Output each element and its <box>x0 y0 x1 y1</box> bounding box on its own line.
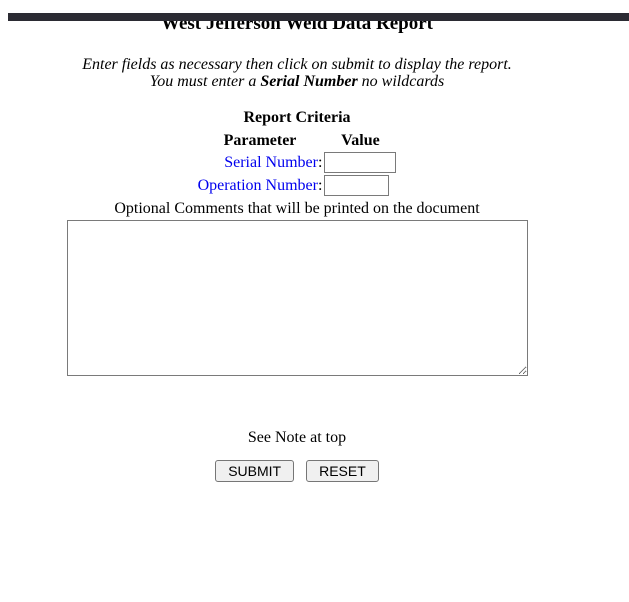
serial-number-input[interactable] <box>324 152 396 173</box>
serial-number-colon: : <box>318 154 322 171</box>
operation-number-link[interactable]: Operation Number <box>198 177 318 194</box>
comments-textarea[interactable] <box>67 220 528 376</box>
table-row-operation-number: Operation Number: <box>198 175 397 196</box>
comments-caption: Optional Comments that will be printed o… <box>0 200 594 218</box>
instructions: Enter fields as necessary then click on … <box>0 56 594 90</box>
note-text: See Note at top <box>0 429 594 447</box>
operation-number-colon: : <box>318 177 322 194</box>
button-row: SUBMIT RESET <box>0 460 594 482</box>
parameter-column-header: Parameter <box>198 132 323 150</box>
reset-button[interactable]: RESET <box>306 460 379 482</box>
report-criteria-heading: Report Criteria <box>0 109 594 127</box>
top-bar <box>8 13 629 21</box>
instructions-line1: Enter fields as necessary then click on … <box>0 56 594 73</box>
operation-number-input[interactable] <box>324 175 389 196</box>
table-row-serial-number: Serial Number: <box>198 152 397 173</box>
criteria-table: Parameter Value Serial Number: Operation… <box>196 130 399 198</box>
serial-number-emphasis: Serial Number <box>260 73 357 90</box>
value-column-header: Value <box>324 132 396 150</box>
submit-button[interactable]: SUBMIT <box>215 460 294 482</box>
instructions-line2: You must enter a Serial Number no wildca… <box>0 73 594 90</box>
serial-number-link[interactable]: Serial Number <box>224 154 318 171</box>
report-form: West Jefferson Weld Data Report Enter fi… <box>0 13 594 482</box>
